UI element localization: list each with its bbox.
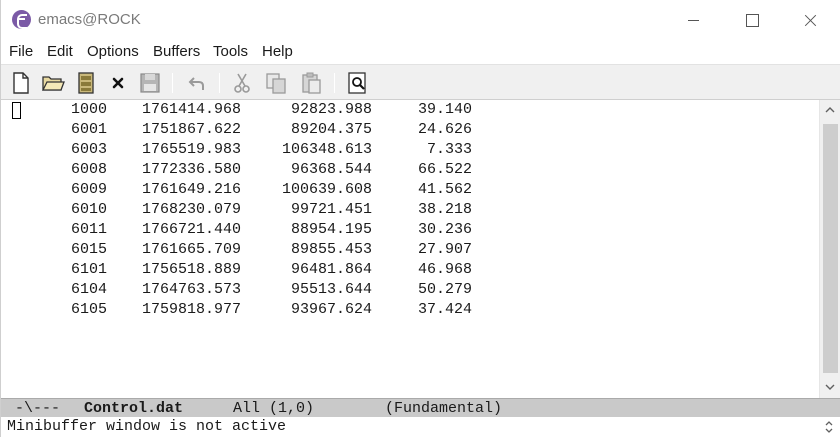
minibuffer-scroll-icon[interactable] bbox=[823, 419, 835, 435]
buffer-cell: 1756518.889 bbox=[141, 261, 241, 278]
menu-help[interactable]: Help bbox=[262, 43, 293, 60]
buffer-line: 1000 1761414.968 92823.988 39.140 bbox=[3, 101, 563, 121]
buffer-line: 6105 1759818.977 93967.624 37.424 bbox=[3, 301, 563, 321]
maximize-button[interactable] bbox=[723, 0, 781, 40]
buffer-line: 6009 1761649.216 100639.608 41.562 bbox=[3, 181, 563, 201]
buffer-cell: 92823.988 bbox=[290, 101, 372, 118]
buffer-cell: 1761649.216 bbox=[141, 181, 241, 198]
buffer-cell: 1765519.983 bbox=[141, 141, 241, 158]
buffer-line: 6001 1751867.622 89204.375 24.626 bbox=[3, 121, 563, 141]
buffer-cell: 30.236 bbox=[417, 221, 472, 238]
minibuffer-message: Minibuffer window is not active bbox=[7, 418, 287, 435]
buffer-cell: 1759818.977 bbox=[141, 301, 241, 318]
toolbar-separator bbox=[219, 73, 220, 93]
buffer-cell: 27.907 bbox=[417, 241, 472, 258]
buffer-cell: 6009 bbox=[71, 181, 108, 198]
minibuffer[interactable]: Minibuffer window is not active bbox=[1, 417, 840, 437]
buffer-cell: 99721.451 bbox=[290, 201, 372, 218]
close-window-button[interactable] bbox=[781, 0, 839, 40]
buffer-cell: 6008 bbox=[71, 161, 108, 178]
window-title: emacs@ROCK bbox=[38, 11, 141, 28]
buffer-cell: 39.140 bbox=[417, 101, 472, 118]
emacs-window: emacs@ROCK File Edit Options Buffers Too… bbox=[0, 0, 840, 437]
buffer-cell: 96368.544 bbox=[290, 161, 372, 178]
buffer-line: 6010 1768230.079 99721.451 38.218 bbox=[3, 201, 563, 221]
buffer-line: 6003 1765519.983 106348.613 7.333 bbox=[3, 141, 563, 161]
scrollbar-thumb[interactable] bbox=[823, 124, 838, 373]
toolbar-separator bbox=[334, 73, 335, 93]
buffer-line: 6008 1772336.580 96368.544 66.522 bbox=[3, 161, 563, 181]
minimize-button[interactable] bbox=[665, 0, 723, 40]
buffer-line: 6101 1756518.889 96481.864 46.968 bbox=[3, 261, 563, 281]
toolbar bbox=[1, 64, 840, 100]
close-buffer-icon[interactable] bbox=[106, 71, 130, 95]
open-folder-icon[interactable] bbox=[41, 71, 65, 95]
title-bar[interactable]: emacs@ROCK bbox=[1, 0, 840, 40]
open-directory-icon[interactable] bbox=[74, 71, 98, 95]
buffer-line: 6011 1766721.440 88954.195 30.236 bbox=[3, 221, 563, 241]
menu-bar: File Edit Options Buffers Tools Help bbox=[1, 40, 840, 63]
modeline-mode[interactable]: (Fundamental) bbox=[385, 400, 502, 417]
buffer-cell: 1751867.622 bbox=[141, 121, 241, 138]
menu-file[interactable]: File bbox=[9, 43, 33, 60]
buffer-line: 6015 1761665.709 89855.453 27.907 bbox=[3, 241, 563, 261]
emacs-icon bbox=[12, 10, 31, 29]
buffer-cell: 37.424 bbox=[417, 301, 472, 318]
modeline-status: -\--- bbox=[15, 400, 61, 417]
buffer-cell: 50.279 bbox=[417, 281, 472, 298]
cut-icon[interactable] bbox=[230, 71, 254, 95]
modeline-position: All (1,0) bbox=[233, 400, 315, 417]
buffer-cell: 95513.644 bbox=[290, 281, 372, 298]
buffer-cell: 6015 bbox=[71, 241, 108, 258]
menu-buffers[interactable]: Buffers bbox=[153, 43, 200, 60]
undo-icon[interactable] bbox=[185, 71, 209, 95]
mode-line: -\--- Control.dat All (1,0) (Fundamental… bbox=[1, 398, 840, 417]
buffer-cell: 46.968 bbox=[417, 261, 472, 278]
buffer-cell: 6104 bbox=[71, 281, 108, 298]
buffer-cell: 88954.195 bbox=[290, 221, 372, 238]
search-icon[interactable] bbox=[346, 71, 370, 95]
paste-icon[interactable] bbox=[299, 71, 323, 95]
buffer-cell: 93967.624 bbox=[290, 301, 372, 318]
buffer-cell: 1761665.709 bbox=[141, 241, 241, 258]
buffer-cell: 6011 bbox=[71, 221, 108, 238]
buffer-cell: 6101 bbox=[71, 261, 108, 278]
buffer-cell: 6001 bbox=[71, 121, 108, 138]
scroll-up-arrow-icon[interactable] bbox=[820, 100, 840, 120]
buffer-cell: 89204.375 bbox=[290, 121, 372, 138]
buffer-cell: 6010 bbox=[71, 201, 108, 218]
buffer-cell: 96481.864 bbox=[290, 261, 372, 278]
buffer-cell: 89855.453 bbox=[290, 241, 372, 258]
buffer-cell: 1000 bbox=[71, 101, 108, 118]
menu-edit[interactable]: Edit bbox=[47, 43, 73, 60]
menu-tools[interactable]: Tools bbox=[213, 43, 248, 60]
scroll-down-arrow-icon[interactable] bbox=[820, 377, 840, 397]
buffer-text-area[interactable]: 1000 1761414.968 92823.988 39.140 6001 175186… bbox=[3, 100, 819, 398]
modeline-buffer-name[interactable]: Control.dat bbox=[84, 400, 183, 417]
buffer-cell: 100639.608 bbox=[281, 181, 372, 198]
buffer-cell: 1764763.573 bbox=[141, 281, 241, 298]
vertical-scrollbar[interactable] bbox=[819, 100, 840, 398]
buffer-cell: 106348.613 bbox=[281, 141, 372, 158]
buffer-line: 6104 1764763.573 95513.644 50.279 bbox=[3, 281, 563, 301]
buffer-cell: 38.218 bbox=[417, 201, 472, 218]
toolbar-separator bbox=[172, 73, 173, 93]
buffer-cell: 24.626 bbox=[417, 121, 472, 138]
buffer-cell: 6003 bbox=[71, 141, 108, 158]
buffer-cell: 7.333 bbox=[426, 141, 472, 158]
buffer-cell: 41.562 bbox=[417, 181, 472, 198]
buffer-cell: 1772336.580 bbox=[141, 161, 241, 178]
buffer-cell: 6105 bbox=[71, 301, 108, 318]
buffer-cell: 1768230.079 bbox=[141, 201, 241, 218]
copy-icon[interactable] bbox=[264, 71, 288, 95]
buffer-cell: 1761414.968 bbox=[141, 101, 241, 118]
menu-options[interactable]: Options bbox=[87, 43, 139, 60]
buffer-cell: 1766721.440 bbox=[141, 221, 241, 238]
save-icon[interactable] bbox=[138, 71, 162, 95]
buffer-cell: 66.522 bbox=[417, 161, 472, 178]
new-file-icon[interactable] bbox=[9, 71, 33, 95]
